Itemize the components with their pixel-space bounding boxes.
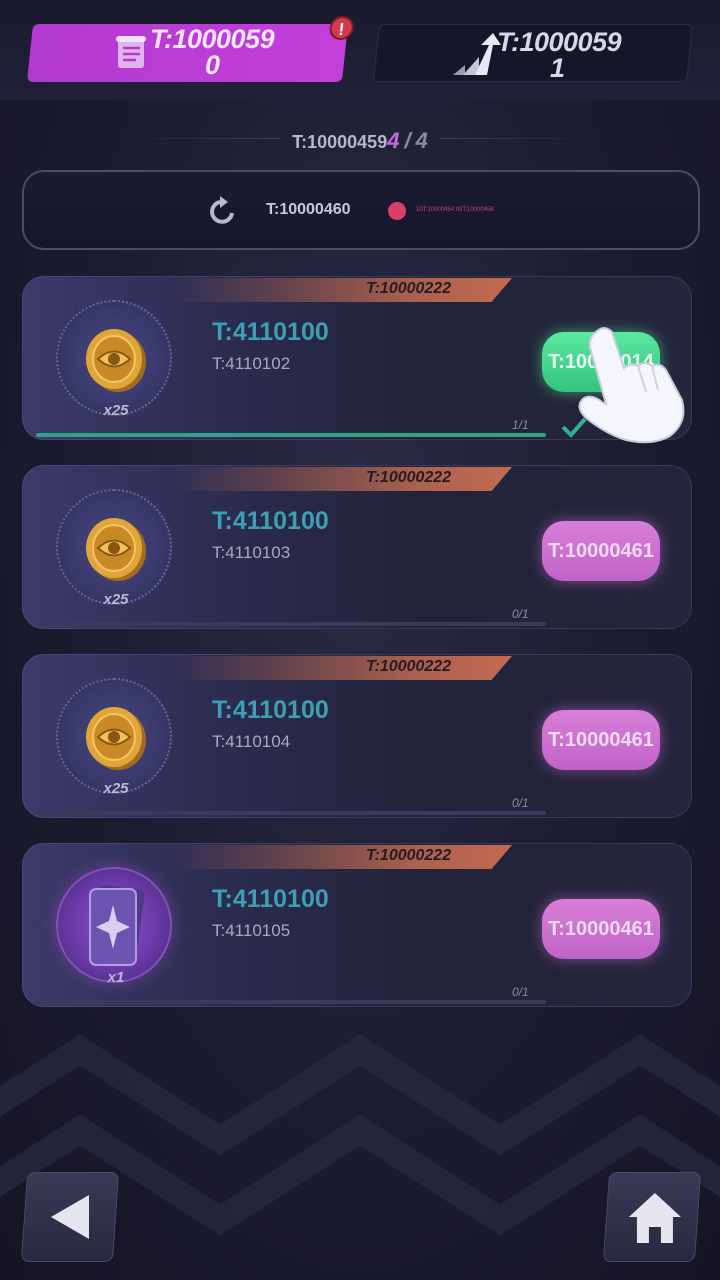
timer-icon [388,202,406,220]
go-button[interactable]: T:10000461 [542,521,660,581]
progress-count: 1/1 [512,418,529,432]
task-card: T:10000222 x25 T:4110100 T:4110104 T:100… [22,654,692,818]
task-title: T:4110100 [212,696,329,724]
task-title: T:4110100 [212,885,329,913]
reward-count: x25 [103,591,129,608]
back-arrow-icon [51,1195,89,1239]
refresh-icon[interactable] [206,196,238,226]
coin-icon [86,707,146,770]
tab-tasks[interactable]: T:1000059 0 ! [26,16,355,82]
progress-count: 0/1 [512,607,529,621]
progress-total: 4 [415,128,428,153]
reward-slot[interactable]: x25 [56,489,172,608]
reward-count: x1 [107,969,125,986]
home-button[interactable] [602,1172,702,1262]
home-icon [628,1193,681,1243]
task-description: T:4110105 [212,921,291,940]
coin-icon [86,518,146,581]
progress-label: T:10000459 [292,132,388,152]
task-card: T:10000222 x25 T:4110100 T:4110103 T:100… [22,465,692,629]
go-button[interactable]: T:10000461 [542,710,660,770]
task-tag: T:10000222 [366,847,452,864]
top-bar: T:1000059 0 ! T:1000059 1 [0,0,720,100]
progress-track [36,433,546,437]
scroll-icon [116,36,146,68]
back-button[interactable] [20,1172,120,1262]
task-description: T:4110102 [212,354,291,373]
progress-separator: / [404,128,411,153]
card-ribbon [172,845,512,869]
refresh-panel: T:10000460 10T:10000454 09T:10000458 [22,170,700,250]
coin-icon [86,329,146,392]
alert-badge: ! [328,16,355,40]
task-tag: T:10000222 [366,658,452,675]
progress-current: 4 [387,128,400,153]
tab-progress-count: 1 [550,53,565,83]
reward-slot[interactable]: x1 [56,867,172,986]
tab-tasks-count: 0 [205,50,220,80]
tutorial-hand-icon [578,327,685,444]
task-tag: T:10000222 [366,280,452,297]
reward-slot[interactable]: x25 [56,678,172,797]
card-ribbon [172,278,512,302]
card-ribbon [172,467,512,491]
reward-count: x25 [103,780,129,797]
task-title: T:4110100 [212,318,329,346]
tab-progress[interactable]: T:1000059 1 [372,24,694,83]
task-description: T:4110103 [212,543,291,562]
progress-count: 0/1 [512,985,529,999]
task-card: T:10000222 x1 T:4110100 T:4110105 T:1000… [22,843,692,1007]
go-button[interactable]: T:10000461 [542,899,660,959]
task-title: T:4110100 [212,507,329,535]
task-description: T:4110104 [212,732,291,751]
task-progress-header: T:100004594 / 4 [0,128,720,154]
card-icon [89,885,145,966]
progress-track [36,1000,546,1004]
level-up-arrow-icon [453,33,501,75]
reward-slot[interactable]: x25 [56,300,172,419]
progress-fill [36,433,546,437]
progress-track [36,622,546,626]
progress-track [36,811,546,815]
progress-count: 0/1 [512,796,529,810]
card-ribbon [172,656,512,680]
task-tag: T:10000222 [366,469,452,486]
reward-count: x25 [103,402,129,419]
refresh-label: T:10000460 [266,201,351,218]
refresh-timer: 10T:10000454 09T:10000458 [416,207,494,213]
